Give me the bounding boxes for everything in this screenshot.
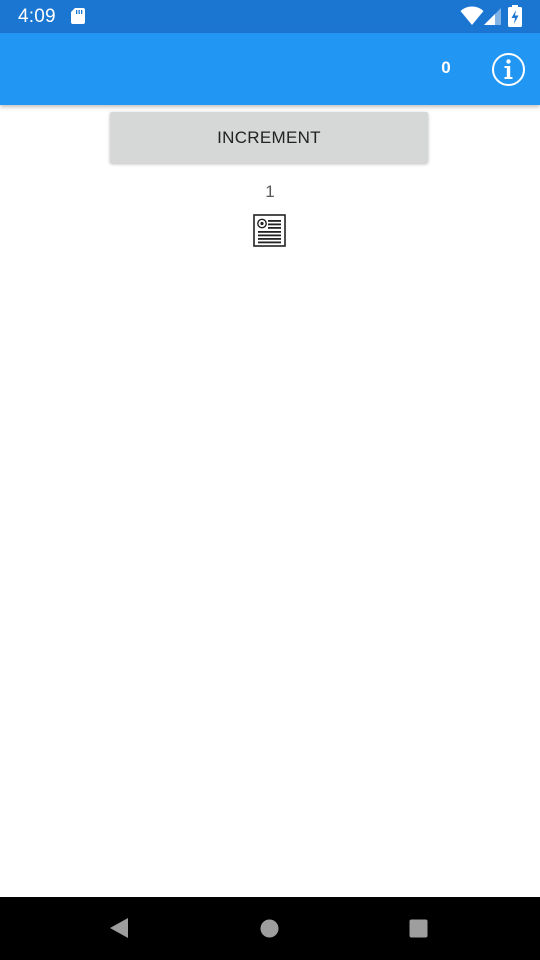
status-bar: 4:09 (0, 0, 540, 33)
newspaper-icon (253, 214, 286, 247)
recents-icon[interactable] (409, 919, 428, 938)
increment-button[interactable]: INCREMENT (110, 112, 428, 163)
cell-signal-icon (484, 8, 501, 25)
toolbar-count: 0 (441, 58, 451, 77)
app-bar: 0 (0, 33, 540, 105)
battery-charging-icon (508, 5, 522, 27)
navigation-bar (0, 897, 540, 960)
wifi-icon (460, 6, 484, 25)
screen: 4:09 0 INCREMENT 1 (0, 0, 540, 960)
counter-value: 1 (265, 182, 275, 201)
sd-card-icon (71, 8, 85, 24)
back-icon[interactable] (108, 916, 130, 940)
info-icon[interactable] (491, 52, 526, 87)
status-time: 4:09 (18, 6, 56, 27)
home-icon[interactable] (260, 919, 279, 938)
